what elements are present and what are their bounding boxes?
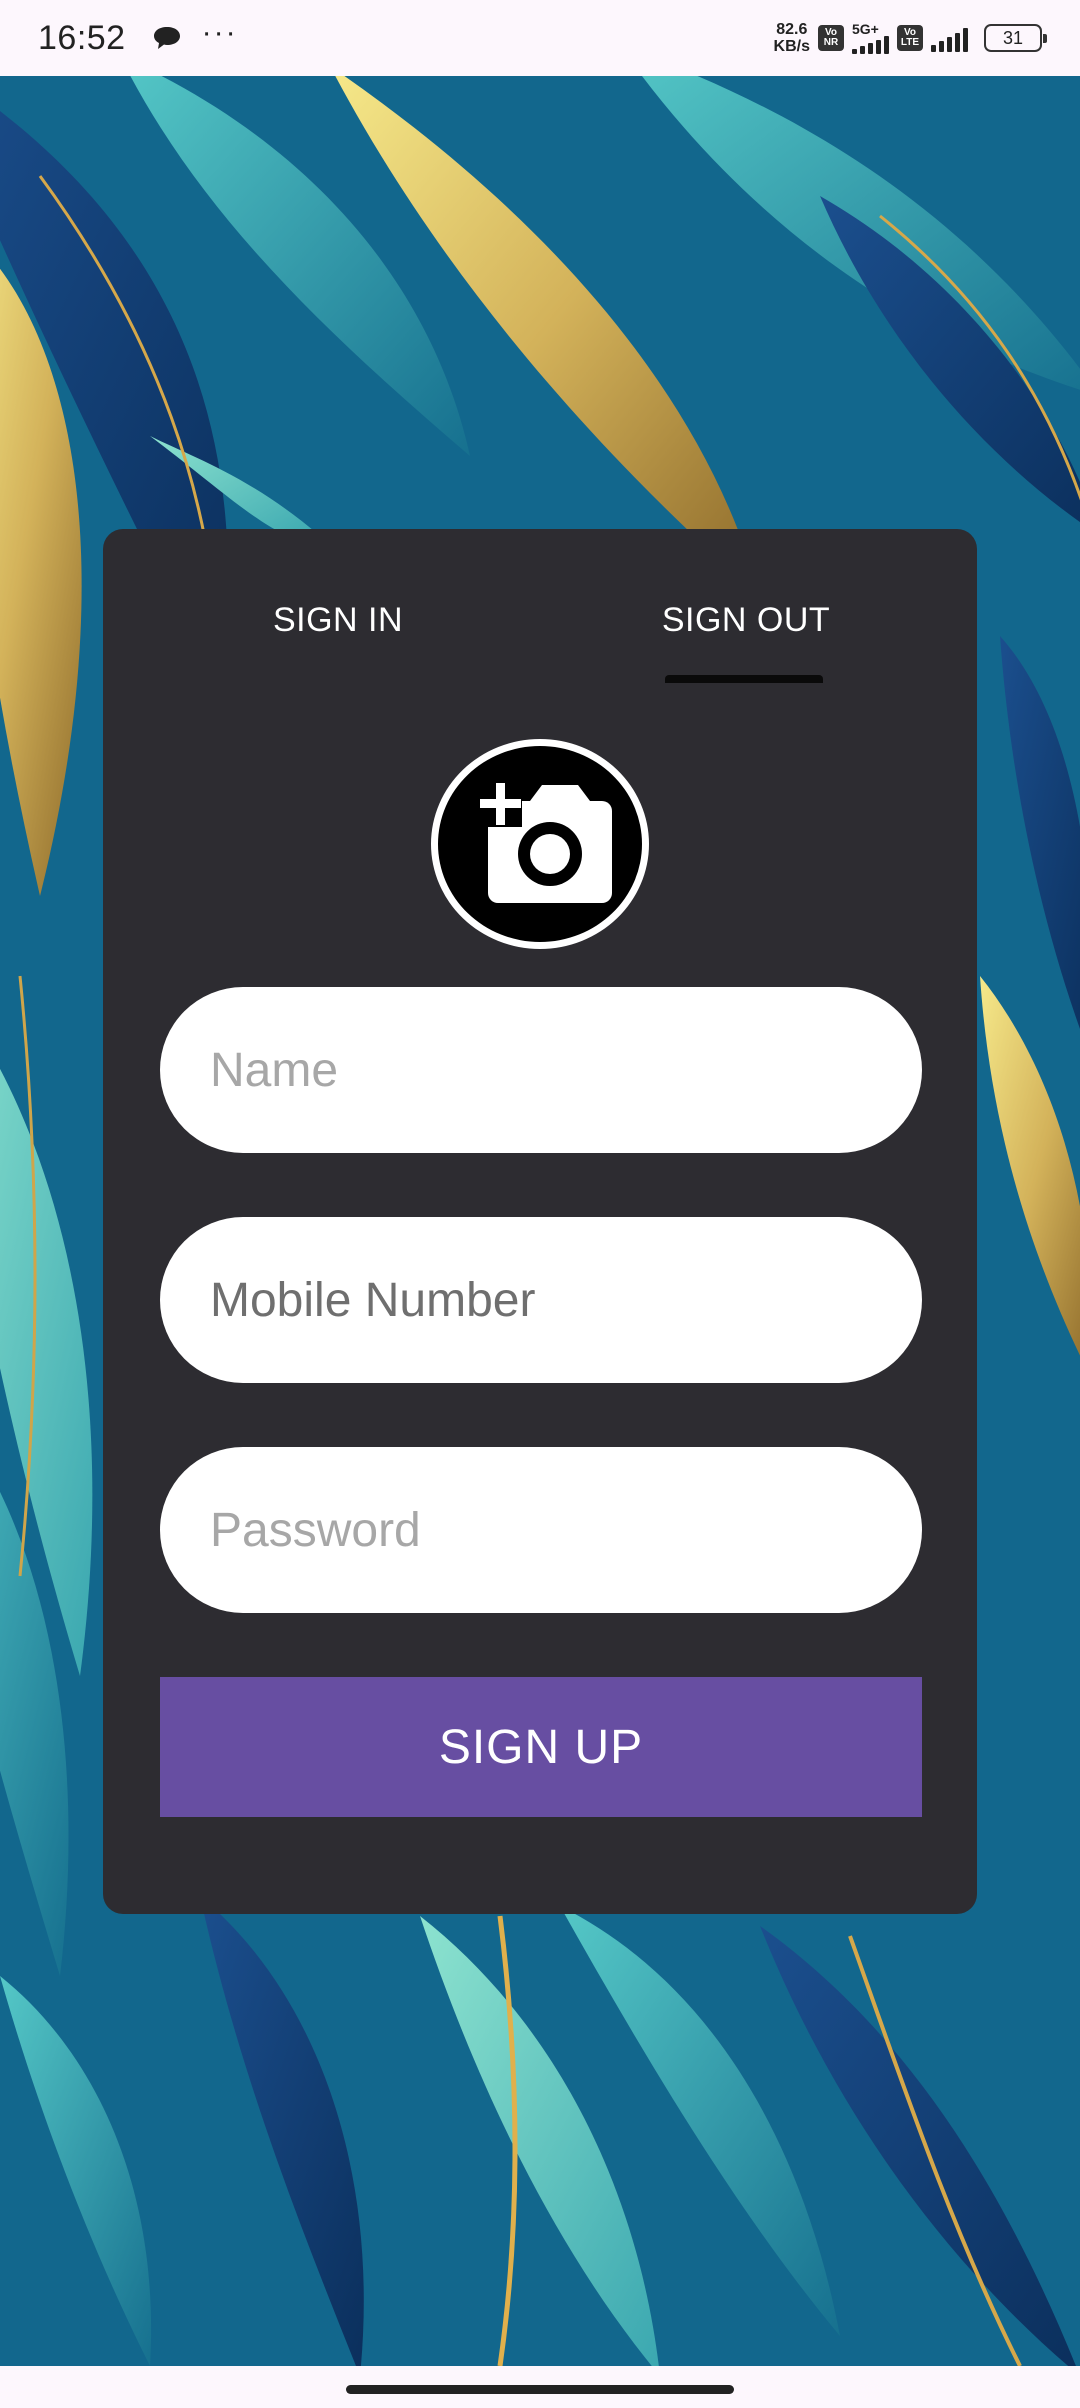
signal-1: 5G+ xyxy=(852,22,889,54)
volte-badge: Vo LTE xyxy=(897,25,923,51)
battery-icon: 31 xyxy=(984,24,1047,52)
navigation-bar xyxy=(0,2366,1080,2408)
screen: 16:52 ··· 82.6 KB/s Vo NR 5G+ Vo LTE 31 … xyxy=(0,0,1080,2408)
network-speed-unit: KB/s xyxy=(773,38,810,55)
status-time: 16:52 xyxy=(38,18,126,57)
mobile-number-input[interactable] xyxy=(160,1217,922,1383)
more-notifications-icon: ··· xyxy=(201,16,238,49)
volte-badge-line2: LTE xyxy=(900,37,920,48)
home-indicator[interactable] xyxy=(346,2385,734,2394)
sign-up-button[interactable]: SIGN UP xyxy=(160,1677,922,1817)
signal-1-label: 5G+ xyxy=(852,21,879,37)
camera-add-icon xyxy=(478,783,612,903)
status-bar: 16:52 ··· 82.6 KB/s Vo NR 5G+ Vo LTE 31 xyxy=(0,0,1080,76)
active-tab-indicator xyxy=(665,675,823,683)
network-speed: 82.6 KB/s xyxy=(774,21,810,55)
vonr-badge-line2: NR xyxy=(823,37,839,48)
status-left-icons: ··· xyxy=(152,18,238,52)
battery-level: 31 xyxy=(1002,27,1024,48)
signal-bars-1-icon xyxy=(852,36,889,54)
tab-sign-out[interactable]: SIGN OUT xyxy=(633,601,859,701)
profile-photo-picker[interactable] xyxy=(431,739,649,949)
status-right-icons: 82.6 KB/s Vo NR 5G+ Vo LTE 31 xyxy=(774,21,1047,55)
chat-bubble-icon xyxy=(152,24,182,52)
tab-sign-in[interactable]: SIGN IN xyxy=(233,601,443,701)
auth-card: SIGN IN SIGN OUT SIGN UP xyxy=(103,529,977,1914)
network-speed-value: 82.6 xyxy=(776,21,808,38)
auth-tabs: SIGN IN SIGN OUT xyxy=(103,529,977,689)
signal-bars-2-icon xyxy=(931,24,968,52)
password-input[interactable] xyxy=(160,1447,922,1613)
name-input[interactable] xyxy=(160,987,922,1153)
vonr-badge: Vo NR xyxy=(818,25,844,51)
